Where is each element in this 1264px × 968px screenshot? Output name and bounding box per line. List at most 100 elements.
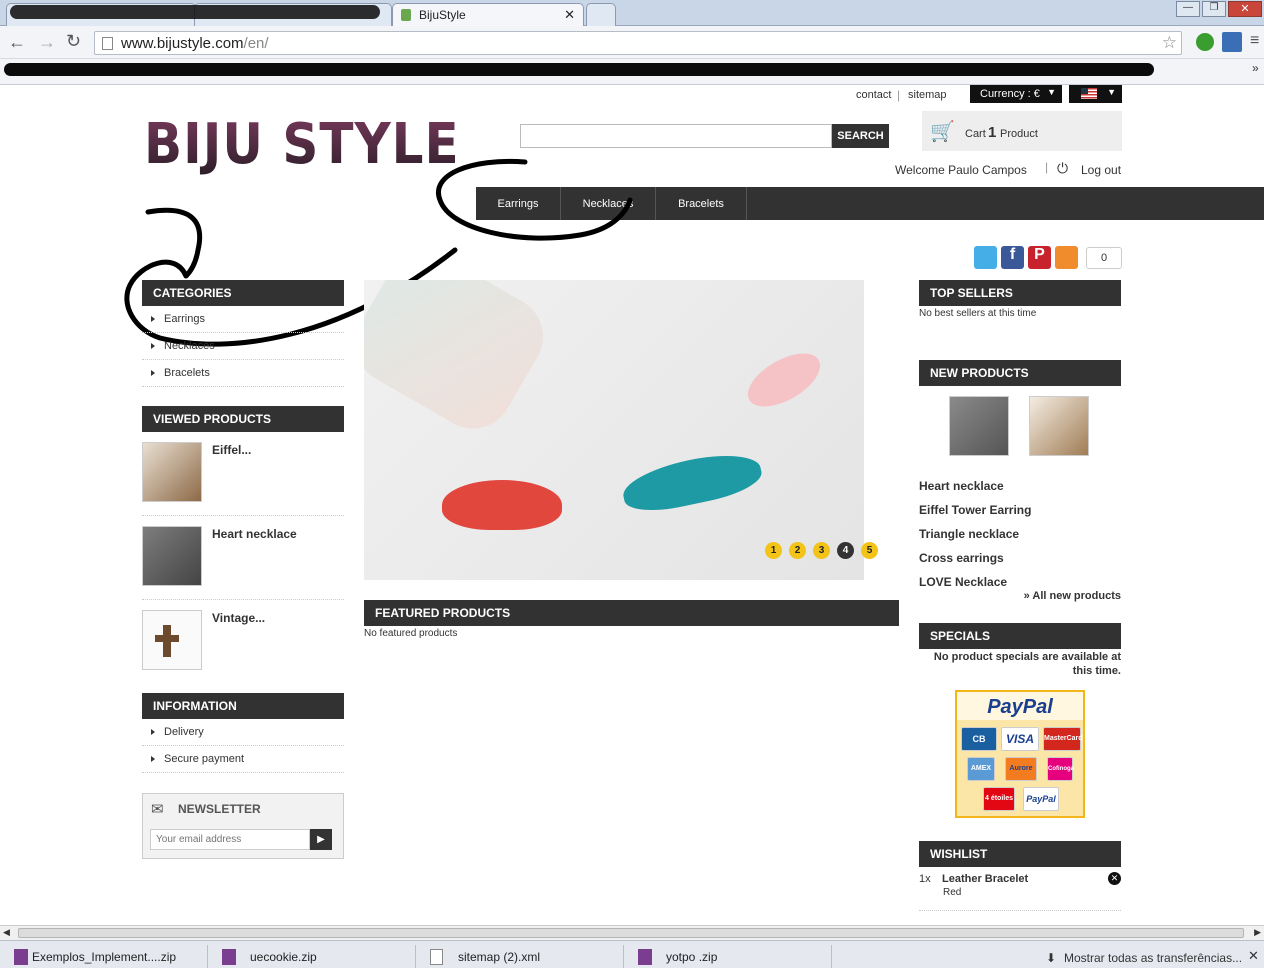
- newsletter-submit-button[interactable]: ▶: [310, 829, 332, 850]
- info-delivery[interactable]: Delivery: [142, 719, 344, 746]
- restore-icon[interactable]: ❐: [1202, 1, 1226, 17]
- redaction-scribble: [10, 5, 380, 19]
- product-thumbnail[interactable]: [142, 526, 202, 586]
- newsletter-block: ✉ NEWSLETTER ▶: [142, 793, 344, 859]
- share-icon[interactable]: [1055, 246, 1078, 269]
- download-item[interactable]: sitemap (2).xml: [428, 945, 624, 968]
- facebook-icon[interactable]: f: [1001, 246, 1024, 269]
- paypal-logo-block: PayPal CB VISA MasterCard AMEX Aurore Co…: [955, 690, 1085, 818]
- paypal-title: PayPal: [987, 696, 1053, 718]
- search-input[interactable]: [520, 124, 832, 148]
- cross-shape: [155, 635, 179, 642]
- slider-page-3[interactable]: 3: [813, 542, 830, 559]
- category-earrings[interactable]: Earrings: [142, 306, 344, 333]
- jar-image: [364, 280, 558, 444]
- address-bar[interactable]: www.bijustyle.com/en/ ☆: [94, 31, 1182, 55]
- url-domain: www.bijustyle.com: [121, 35, 244, 52]
- top-sellers-header: TOP SELLERS: [919, 280, 1121, 306]
- new-product-link[interactable]: Heart necklace: [919, 479, 1121, 503]
- scroll-left-icon[interactable]: ◀: [3, 927, 10, 938]
- menu-icon[interactable]: ≡: [1250, 32, 1259, 50]
- slider-page-1[interactable]: 1: [765, 542, 782, 559]
- info-secure-payment[interactable]: Secure payment: [142, 746, 344, 773]
- newsletter-email-input[interactable]: [150, 829, 310, 850]
- search-button[interactable]: SEARCH: [832, 124, 889, 148]
- minimize-icon[interactable]: —: [1176, 1, 1200, 17]
- scroll-right-icon[interactable]: ▶: [1254, 927, 1261, 938]
- product-thumbnail[interactable]: [1029, 396, 1089, 456]
- horizontal-scrollbar[interactable]: ◀ ▶: [0, 925, 1264, 940]
- all-new-products-link[interactable]: » All new products: [1000, 590, 1121, 602]
- card-amex-icon: AMEX: [967, 757, 995, 781]
- show-all-downloads-link[interactable]: Mostrar todas as transferências...: [1064, 951, 1242, 965]
- slider-page-2[interactable]: 2: [789, 542, 806, 559]
- reload-icon[interactable]: ↻: [66, 31, 81, 52]
- slider-page-5[interactable]: 5: [861, 542, 878, 559]
- currency-label: Currency : €: [980, 88, 1040, 100]
- card-4etoiles-icon: 4 étoiles: [983, 787, 1015, 811]
- download-filename: yotpo .zip: [666, 950, 718, 964]
- nav-bracelets[interactable]: Bracelets: [656, 187, 747, 220]
- close-window-icon[interactable]: ✕: [1228, 1, 1262, 17]
- pinterest-icon[interactable]: P: [1028, 246, 1051, 269]
- specials-header: SPECIALS: [919, 623, 1121, 649]
- share-count: 0: [1086, 247, 1122, 269]
- hero-slider[interactable]: [364, 280, 864, 580]
- list-item: Heart necklace: [142, 526, 344, 600]
- new-products-header: NEW PRODUCTS: [919, 360, 1121, 386]
- browser-tab-active[interactable]: BijuStyle ✕: [392, 3, 584, 27]
- card-mastercard-icon: MasterCard: [1043, 727, 1083, 751]
- product-link[interactable]: Heart necklace: [212, 527, 297, 541]
- contact-link[interactable]: contact: [856, 89, 891, 101]
- slider-page-4[interactable]: 4: [837, 542, 854, 559]
- nav-earrings[interactable]: Earrings: [476, 187, 561, 220]
- window-controls: — ❐ ✕: [1176, 0, 1264, 18]
- separator: |: [897, 88, 901, 102]
- power-icon[interactable]: ⏻: [1057, 160, 1068, 177]
- product-link[interactable]: Vintage...: [212, 611, 265, 625]
- back-icon[interactable]: ←: [8, 32, 26, 53]
- download-item[interactable]: Exemplos_Implement....zip: [12, 945, 208, 968]
- favicon-icon: [401, 9, 411, 21]
- twitter-icon[interactable]: [974, 246, 997, 269]
- product-thumbnail[interactable]: [949, 396, 1009, 456]
- bookmark-star-icon[interactable]: ☆: [1162, 33, 1177, 53]
- download-item[interactable]: yotpo .zip: [636, 945, 832, 968]
- wishlist-item-link[interactable]: Leather Bracelet: [942, 873, 1028, 885]
- wishlist-variant: Red: [943, 887, 962, 898]
- cart-icon: 🛒: [930, 121, 955, 143]
- new-product-link[interactable]: Cross earrings: [919, 551, 1121, 575]
- cart-label: Cart: [965, 128, 986, 140]
- close-downloads-icon[interactable]: ✕: [1248, 948, 1259, 964]
- language-select[interactable]: ▼: [1069, 85, 1122, 103]
- remove-icon[interactable]: ✕: [1108, 872, 1121, 885]
- product-thumbnail[interactable]: [142, 442, 202, 502]
- forward-icon[interactable]: →: [38, 32, 56, 53]
- specials-empty: No product specials are available at thi…: [933, 651, 1121, 677]
- new-tab-button[interactable]: [586, 3, 616, 26]
- cart-block[interactable]: 🛒 Cart 1 Product: [922, 111, 1122, 151]
- nav-necklaces[interactable]: Necklaces: [561, 187, 656, 220]
- product-link[interactable]: Eiffel...: [212, 443, 251, 457]
- separator: |: [1045, 160, 1049, 174]
- logout-link[interactable]: Log out: [1081, 163, 1121, 177]
- site-logo[interactable]: BIJU STYLE: [144, 112, 460, 177]
- currency-select[interactable]: Currency : € ▼: [970, 85, 1062, 103]
- divider: [919, 910, 1121, 911]
- sitemap-link[interactable]: sitemap: [908, 89, 947, 101]
- welcome-text: Welcome Paulo Campos: [895, 163, 1027, 177]
- new-product-link[interactable]: Eiffel Tower Earring: [919, 503, 1121, 527]
- list-item: Vintage...: [142, 610, 344, 670]
- categories-list: Earrings Necklaces Bracelets: [142, 306, 344, 387]
- category-necklaces[interactable]: Necklaces: [142, 333, 344, 360]
- red-mustache-shape: [442, 480, 562, 530]
- close-tab-icon[interactable]: ✕: [564, 7, 575, 23]
- more-bookmarks-icon[interactable]: »: [1252, 61, 1259, 75]
- new-product-link[interactable]: Triangle necklace: [919, 527, 1121, 551]
- category-bracelets[interactable]: Bracelets: [142, 360, 344, 387]
- extension-chart-icon[interactable]: [1222, 32, 1242, 52]
- product-thumbnail[interactable]: [142, 610, 202, 670]
- extension-icon[interactable]: [1196, 33, 1214, 51]
- scrollbar-thumb[interactable]: [18, 928, 1244, 938]
- download-item[interactable]: uecookie.zip: [220, 945, 416, 968]
